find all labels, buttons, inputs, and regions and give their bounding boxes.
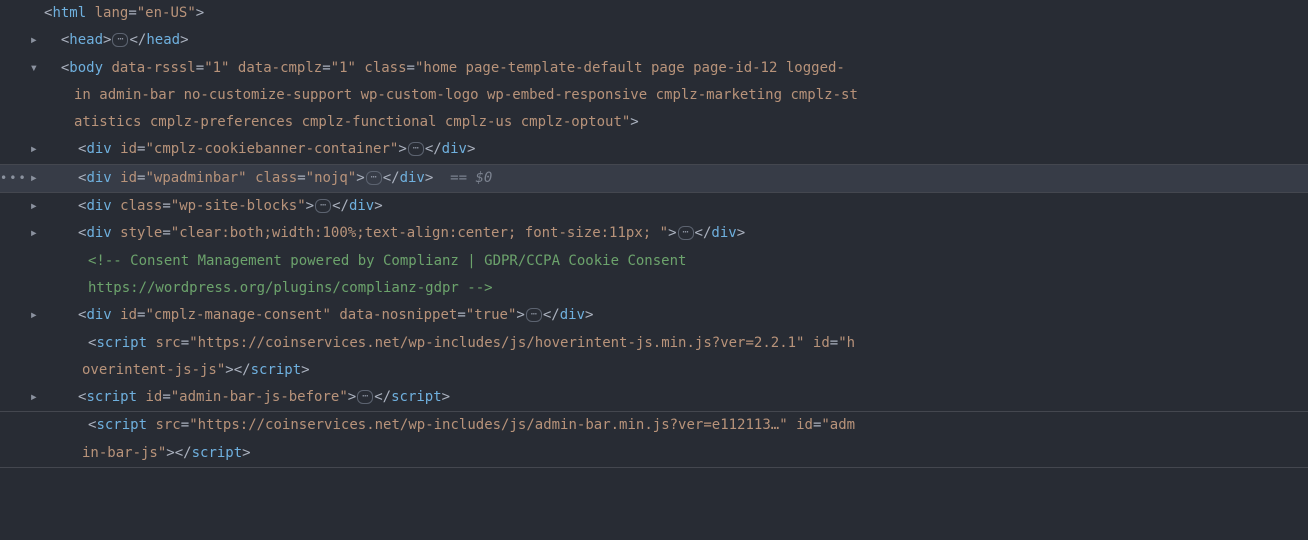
dom-node-head[interactable]: ▸ <head>⋯</head> bbox=[0, 27, 1308, 54]
expand-arrow-icon[interactable]: ▸ bbox=[0, 136, 44, 163]
expand-arrow-icon[interactable]: ▸ bbox=[0, 302, 44, 329]
dom-node-body-cont: in admin-bar no-customize-support wp-cus… bbox=[0, 82, 1308, 109]
selection-marker: == $0 bbox=[450, 170, 492, 186]
dom-node-html[interactable]: <html lang="en-US"> bbox=[0, 0, 1308, 27]
expand-arrow-icon[interactable]: ▸ bbox=[0, 165, 44, 192]
ellipsis-badge-icon[interactable]: ⋯ bbox=[678, 226, 694, 240]
expand-arrow-icon[interactable]: ▸ bbox=[0, 27, 44, 54]
ellipsis-badge-icon[interactable]: ⋯ bbox=[315, 199, 331, 213]
ellipsis-badge-icon[interactable]: ⋯ bbox=[526, 308, 542, 322]
dom-node-body-cont: atistics cmplz-preferences cmplz-functio… bbox=[0, 109, 1308, 136]
dom-node-div-cookiebanner[interactable]: ▸<div id="cmplz-cookiebanner-container">… bbox=[0, 136, 1308, 163]
dom-node-script-adminbar-before[interactable]: ▸<script id="admin-bar-js-before">⋯</scr… bbox=[0, 384, 1308, 411]
ellipsis-badge-icon[interactable]: ⋯ bbox=[366, 171, 382, 185]
dom-comment-cont: https://wordpress.org/plugins/complianz-… bbox=[0, 275, 1308, 302]
expand-arrow-icon[interactable]: ▸ bbox=[0, 384, 44, 411]
dom-node-script-hoverintent-cont: overintent-js-js"></script> bbox=[0, 357, 1308, 384]
dom-node-div-wpadminbar[interactable]: •••▸<div id="wpadminbar" class="nojq">⋯<… bbox=[0, 165, 1308, 192]
dom-node-div-siteblocks[interactable]: ▸<div class="wp-site-blocks">⋯</div> bbox=[0, 193, 1308, 220]
dom-node-div-style[interactable]: ▸<div style="clear:both;width:100%;text-… bbox=[0, 220, 1308, 247]
ellipsis-badge-icon[interactable]: ⋯ bbox=[112, 33, 128, 47]
ellipsis-badge-icon[interactable]: ⋯ bbox=[408, 142, 424, 156]
dom-node-body[interactable]: ▾ <body data-rsssl="1" data-cmplz="1" cl… bbox=[0, 55, 1308, 82]
ellipsis-badge-icon[interactable]: ⋯ bbox=[357, 390, 373, 404]
expand-arrow-icon[interactable]: ▸ bbox=[0, 193, 44, 220]
dom-comment[interactable]: <!-- Consent Management powered by Compl… bbox=[0, 248, 1308, 275]
dom-node-script-adminbar-cont: in-bar-js"></script> bbox=[0, 440, 1308, 467]
dom-node-div-manageconsent[interactable]: ▸<div id="cmplz-manage-consent" data-nos… bbox=[0, 302, 1308, 329]
dom-node-script-hoverintent[interactable]: <script src="https://coinservices.net/wp… bbox=[0, 330, 1308, 357]
expand-arrow-icon[interactable]: ▸ bbox=[0, 220, 44, 247]
dom-node-script-adminbar[interactable]: <script src="https://coinservices.net/wp… bbox=[0, 412, 1308, 439]
collapse-arrow-icon[interactable]: ▾ bbox=[0, 55, 44, 82]
divider bbox=[0, 467, 1308, 468]
